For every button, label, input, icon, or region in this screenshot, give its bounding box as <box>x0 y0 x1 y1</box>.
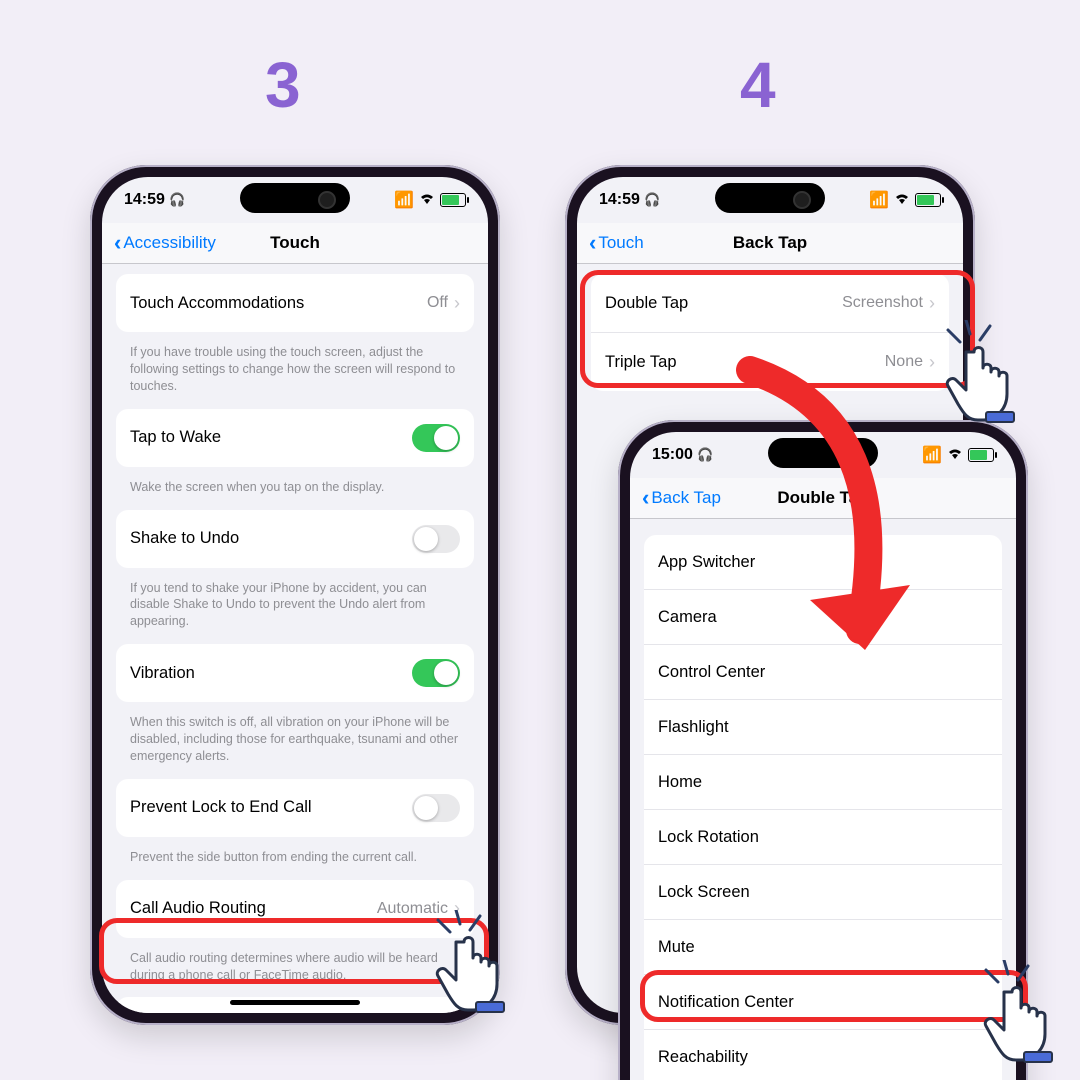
back-label: Accessibility <box>123 233 216 252</box>
home-indicator[interactable] <box>230 1000 360 1005</box>
action-lock-rotation[interactable]: Lock Rotation <box>644 810 1002 865</box>
row-label: Home <box>658 773 988 792</box>
footer-text: Prevent the side button from ending the … <box>102 843 488 880</box>
signal-icon: 📶 <box>394 190 414 210</box>
action-control-center[interactable]: Control Center <box>644 645 1002 700</box>
row-vibration[interactable]: Vibration <box>116 644 474 702</box>
step-number-3: 3 <box>265 48 301 122</box>
action-camera[interactable]: Camera <box>644 590 1002 645</box>
status-bar: 14:59 🎧 📶 <box>577 177 963 223</box>
status-time: 14:59 <box>124 191 165 208</box>
row-label: Shake to Undo <box>130 529 412 548</box>
signal-icon: 📶 <box>922 445 942 465</box>
back-label: Touch <box>598 233 643 252</box>
row-shake-to-undo[interactable]: Shake to Undo <box>116 510 474 568</box>
footer-text: If you tend to shake your iPhone by acci… <box>102 574 488 645</box>
row-prevent-lock-end-call[interactable]: Prevent Lock to End Call <box>116 779 474 837</box>
status-time: 15:00 <box>652 446 693 463</box>
row-label: Reachability <box>658 1048 988 1067</box>
row-value: None <box>885 353 923 371</box>
battery-icon <box>968 448 994 462</box>
row-call-audio-routing[interactable]: Call Audio Routing Automatic › <box>116 880 474 938</box>
phone-step-3: 14:59 🎧 📶 ‹Accessibility Touch Touch Acc… <box>90 165 500 1025</box>
row-label: Flashlight <box>658 718 988 737</box>
footer-text: Wake the screen when you tap on the disp… <box>102 473 488 510</box>
action-lock-screen[interactable]: Lock Screen <box>644 865 1002 920</box>
row-label: Prevent Lock to End Call <box>130 798 412 817</box>
battery-icon <box>915 193 941 207</box>
footer-text: Call audio routing determines where audi… <box>102 944 488 998</box>
action-home[interactable]: Home <box>644 755 1002 810</box>
row-double-tap[interactable]: Double Tap Screenshot › <box>591 274 949 333</box>
action-mute[interactable]: Mute <box>644 920 1002 975</box>
chevron-right-icon: › <box>454 898 460 919</box>
headphones-icon: 🎧 <box>644 192 660 207</box>
back-button[interactable]: ‹Back Tap <box>642 478 721 518</box>
chevron-left-icon: ‹ <box>642 485 649 510</box>
row-triple-tap[interactable]: Triple Tap None › <box>591 333 949 391</box>
row-label: Double Tap <box>605 294 842 313</box>
row-label: Triple Tap <box>605 353 885 372</box>
back-button[interactable]: ‹Accessibility <box>114 223 216 263</box>
row-label: Tap to Wake <box>130 428 412 447</box>
row-tap-to-wake[interactable]: Tap to Wake <box>116 409 474 467</box>
row-label: Control Center <box>658 663 988 682</box>
row-value: Off <box>427 294 448 312</box>
chevron-right-icon: › <box>454 293 460 314</box>
row-label: App Switcher <box>658 553 988 572</box>
chevron-right-icon: › <box>929 293 935 314</box>
row-label: Vibration <box>130 664 412 683</box>
action-reachability[interactable]: Reachability <box>644 1030 1002 1080</box>
row-label: Camera <box>658 608 988 627</box>
row-touch-accommodations[interactable]: Touch Accommodations Off › <box>116 274 474 332</box>
footer-text: When this switch is off, all vibration o… <box>102 708 488 779</box>
toggle-tap-to-wake[interactable] <box>412 424 460 452</box>
action-app-switcher[interactable]: App Switcher <box>644 535 1002 590</box>
row-value: Automatic <box>377 900 448 918</box>
row-label: Mute <box>658 938 988 957</box>
row-label: Lock Screen <box>658 883 988 902</box>
wifi-icon <box>894 191 910 209</box>
row-label: Touch Accommodations <box>130 294 427 313</box>
nav-bar: ‹Accessibility Touch <box>102 223 488 264</box>
action-flashlight[interactable]: Flashlight <box>644 700 1002 755</box>
toggle-shake-to-undo[interactable] <box>412 525 460 553</box>
action-list: App Switcher Camera Control Center Flashlig… <box>644 535 1002 1080</box>
footer-text: If you have trouble using the touch scre… <box>102 338 488 409</box>
chevron-right-icon: › <box>929 352 935 373</box>
action-notification-center[interactable]: Notification Center <box>644 975 1002 1030</box>
back-label: Back Tap <box>651 488 721 507</box>
chevron-left-icon: ‹ <box>114 230 121 255</box>
headphones-icon: 🎧 <box>697 447 713 462</box>
phone-step-4-front: 15:00 🎧 📶 ‹Back Tap Double Tap App Switc… <box>618 420 1028 1080</box>
nav-bar: ‹Touch Back Tap <box>577 223 963 264</box>
status-bar: 14:59 🎧 📶 <box>102 177 488 223</box>
back-button[interactable]: ‹Touch <box>589 223 644 263</box>
signal-icon: 📶 <box>869 190 889 210</box>
battery-icon <box>440 193 466 207</box>
headphones-icon: 🎧 <box>169 192 185 207</box>
step-number-4: 4 <box>740 48 776 122</box>
row-label: Notification Center <box>658 993 988 1012</box>
row-value: Screenshot <box>842 294 923 312</box>
status-bar: 15:00 🎧 📶 <box>630 432 1016 478</box>
row-label: Lock Rotation <box>658 828 988 847</box>
wifi-icon <box>419 191 435 209</box>
chevron-left-icon: ‹ <box>589 230 596 255</box>
toggle-prevent-lock[interactable] <box>412 794 460 822</box>
toggle-vibration[interactable] <box>412 659 460 687</box>
status-time: 14:59 <box>599 191 640 208</box>
nav-bar: ‹Back Tap Double Tap <box>630 478 1016 519</box>
row-label: Call Audio Routing <box>130 899 377 918</box>
wifi-icon <box>947 446 963 464</box>
